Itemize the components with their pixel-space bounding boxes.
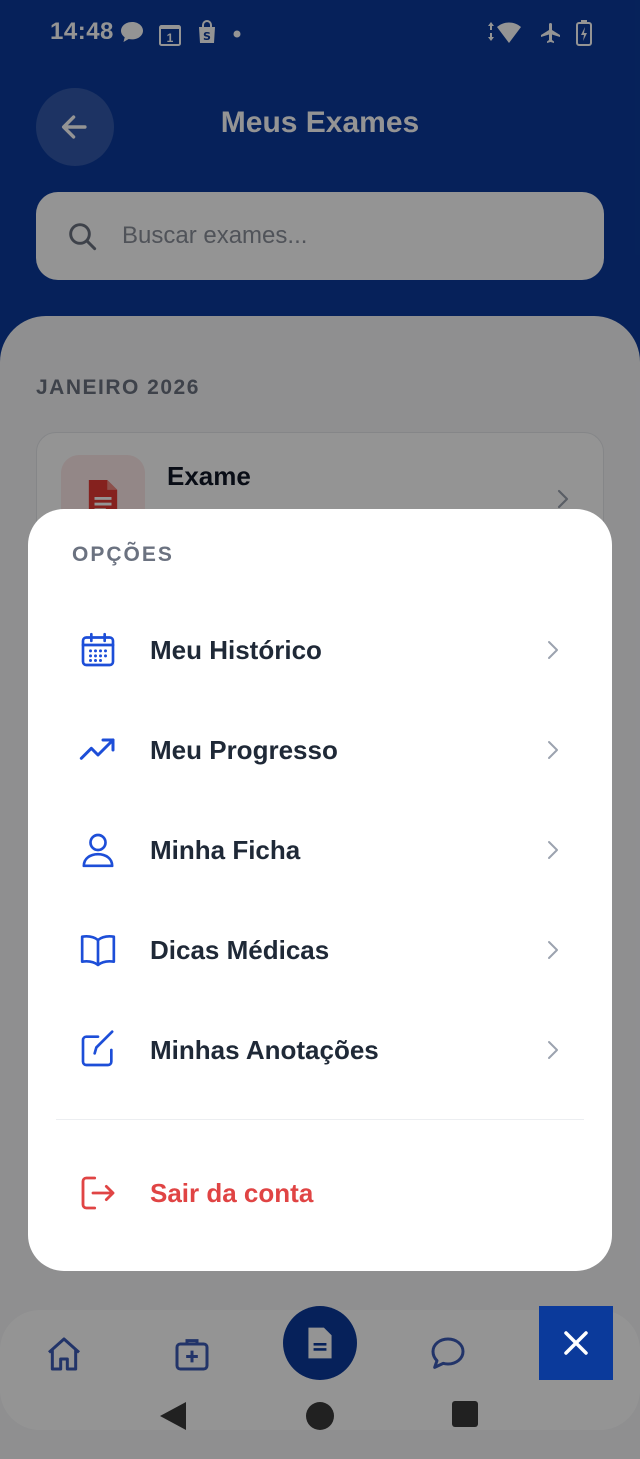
menu-divider: [56, 1119, 584, 1120]
chevron-right-icon: [548, 641, 558, 659]
close-menu-button[interactable]: [539, 1306, 613, 1380]
menu-item-meu-historico[interactable]: Meu Histórico: [56, 608, 584, 692]
menu-label-dicas-medicas: Dicas Médicas: [150, 934, 330, 965]
chevron-right-icon: [548, 1041, 558, 1059]
logout-label: Sair da conta: [150, 1177, 314, 1208]
menu-label-minhas-anotacoes: Minhas Anotações: [150, 1034, 379, 1065]
options-title: OPÇÕES: [72, 543, 174, 566]
menu-label-minha-ficha: Minha Ficha: [150, 834, 301, 865]
logout-button[interactable]: Sair da conta: [56, 1151, 584, 1235]
menu-label-meu-historico: Meu Histórico: [150, 634, 322, 665]
menu-item-minhas-anotacoes[interactable]: Minhas Anotações: [56, 1008, 584, 1092]
logout-icon: [76, 1171, 120, 1215]
chevron-right-icon: [548, 841, 558, 859]
user-icon: [76, 828, 120, 872]
calendar-icon: [76, 628, 120, 672]
chevron-right-icon: [548, 741, 558, 759]
trending-up-icon: [76, 728, 120, 772]
book-icon: [76, 928, 120, 972]
close-icon: [564, 1331, 588, 1355]
options-menu: OPÇÕES Meu Histórico Meu Progresso Minha…: [28, 509, 612, 1271]
menu-label-meu-progresso: Meu Progresso: [150, 734, 338, 765]
edit-note-icon: [76, 1028, 120, 1072]
menu-item-minha-ficha[interactable]: Minha Ficha: [56, 808, 584, 892]
menu-item-meu-progresso[interactable]: Meu Progresso: [56, 708, 584, 792]
menu-item-dicas-medicas[interactable]: Dicas Médicas: [56, 908, 584, 992]
chevron-right-icon: [548, 941, 558, 959]
